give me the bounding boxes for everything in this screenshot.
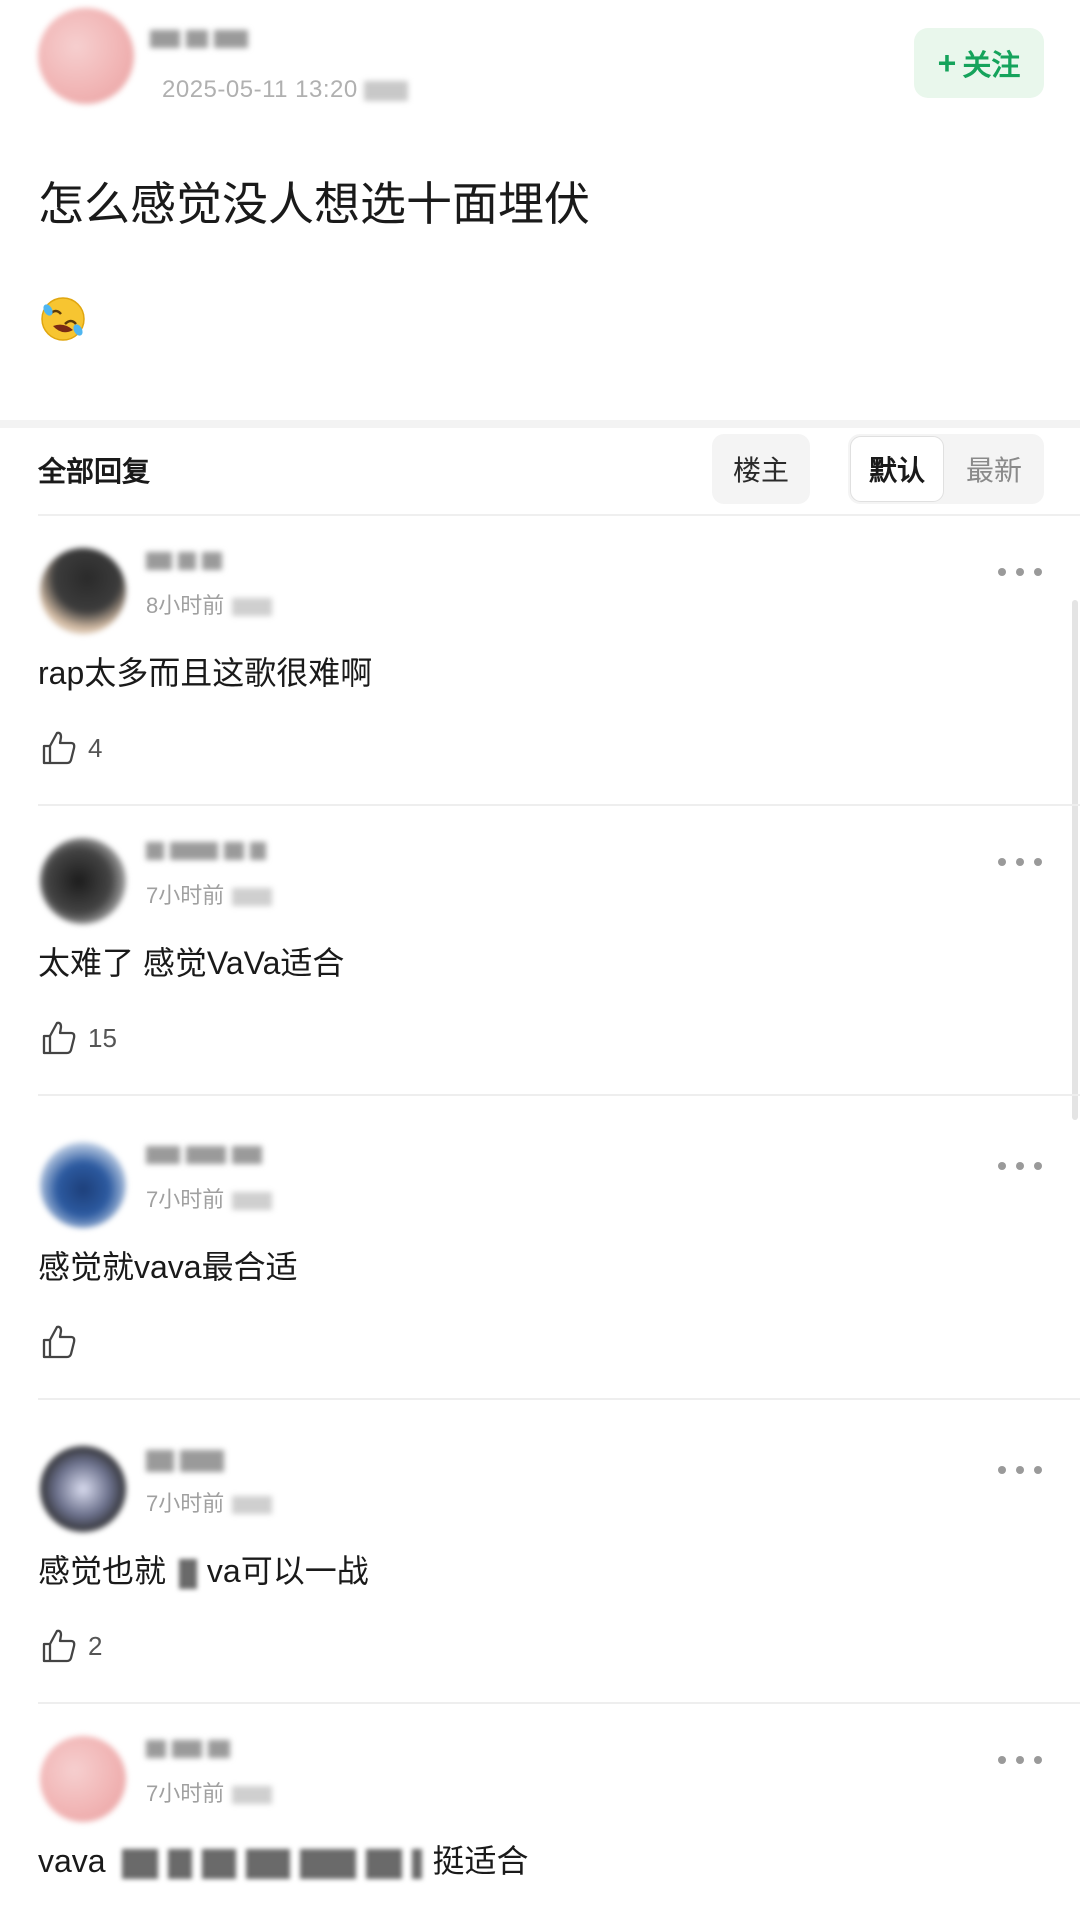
redacted-text — [300, 1848, 357, 1879]
comment-item: 8小时前 rap太多而且这歌很难啊 4 — [0, 516, 1080, 806]
redacted-text — [202, 1848, 237, 1879]
like-count: 2 — [88, 1630, 103, 1661]
like-button[interactable]: 4 — [40, 728, 102, 768]
comment-text: 感觉也就 va可以一战 — [38, 1553, 369, 1589]
commenter-avatar[interactable] — [40, 1446, 126, 1532]
like-button[interactable]: 15 — [40, 1018, 117, 1058]
sort-toggle: 默认 最新 — [848, 434, 1044, 504]
rolling-laughing-emoji-icon — [41, 297, 85, 341]
commenter-name-redacted[interactable] — [146, 1450, 230, 1472]
comment-item: 7小时前 太难了 感觉VaVa适合 15 — [0, 806, 1080, 1096]
replies-section-title: 全部回复 — [38, 456, 151, 487]
commenter-avatar[interactable] — [40, 548, 126, 634]
comment-time: 8小时前 — [146, 588, 273, 620]
comment-time: 7小时前 — [146, 1486, 273, 1518]
comment-text: 感觉就vava最合适 — [38, 1249, 298, 1285]
comment-time: 7小时前 — [146, 1182, 273, 1214]
follow-label: 关注 — [962, 50, 1021, 82]
redacted-text — [122, 1848, 159, 1879]
tab-owner-only[interactable]: 楼主 — [712, 434, 810, 504]
redacted-text — [168, 1848, 193, 1879]
thumbs-up-icon — [42, 1629, 76, 1663]
more-options-icon[interactable] — [998, 856, 1042, 868]
follow-button[interactable]: + 关注 — [914, 28, 1044, 98]
tab-default-sort[interactable]: 默认 — [850, 436, 944, 502]
like-button[interactable]: 2 — [40, 1626, 102, 1666]
commenter-name-redacted[interactable] — [146, 1740, 236, 1762]
more-options-icon[interactable] — [998, 1754, 1042, 1766]
replies-tab-bar: 全部回复 楼主 默认 最新 — [0, 428, 1080, 514]
comment-text: vava 挺适合 — [38, 1843, 529, 1879]
author-avatar[interactable] — [38, 8, 134, 104]
commenter-avatar[interactable] — [40, 1142, 126, 1228]
more-options-icon[interactable] — [998, 566, 1042, 578]
redacted-text — [246, 1848, 291, 1879]
commenter-avatar[interactable] — [40, 838, 126, 924]
comment-divider — [38, 1398, 1080, 1400]
thumbs-up-icon — [42, 731, 76, 765]
section-divider — [0, 420, 1080, 428]
comment-item: 7小时前 感觉就vava最合适 — [0, 1110, 1080, 1400]
redacted-text — [366, 1848, 403, 1879]
author-name-redacted[interactable] — [150, 30, 254, 52]
thumbs-up-icon — [42, 1325, 76, 1359]
comment-time: 7小时前 — [146, 878, 273, 910]
plus-icon: + — [937, 44, 957, 81]
comment-item: 7小时前 感觉也就 va可以一战 2 — [0, 1414, 1080, 1704]
commenter-name-redacted[interactable] — [146, 842, 272, 864]
comment-text: 太难了 感觉VaVa适合 — [38, 945, 345, 981]
thumbs-up-icon — [42, 1021, 76, 1055]
tab-latest-sort[interactable]: 最新 — [946, 436, 1042, 502]
comment-text: rap太多而且这歌很难啊 — [38, 655, 373, 691]
like-count: 15 — [88, 1022, 117, 1053]
more-options-icon[interactable] — [998, 1160, 1042, 1172]
comment-time: 7小时前 — [146, 1776, 273, 1808]
like-count: 4 — [88, 732, 103, 763]
post-title: 怎么感觉没人想选十面埋伏 — [38, 178, 590, 230]
post-timestamp: 2025-05-11 13:20 — [162, 76, 408, 104]
comment-item: 7小时前 vava 挺适合 — [0, 1704, 1080, 1920]
post-header: 2025-05-11 13:20 + 关注 怎么感觉没人想选十面埋伏 — [0, 0, 1080, 420]
commenter-name-redacted[interactable] — [146, 552, 228, 574]
commenter-avatar[interactable] — [40, 1736, 126, 1822]
more-options-icon[interactable] — [998, 1464, 1042, 1476]
like-button[interactable] — [40, 1322, 88, 1362]
redacted-text — [412, 1848, 423, 1879]
redacted-text — [178, 1558, 197, 1589]
commenter-name-redacted[interactable] — [146, 1146, 268, 1168]
comment-divider — [38, 1094, 1080, 1096]
